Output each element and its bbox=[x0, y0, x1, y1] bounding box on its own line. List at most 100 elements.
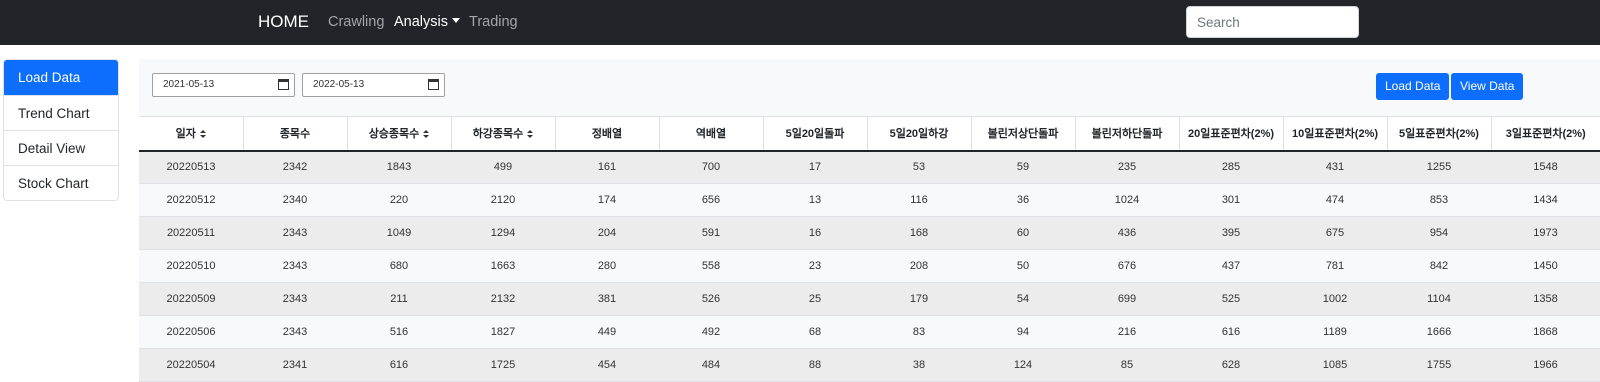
table-cell: 2343 bbox=[243, 249, 347, 283]
nav-link-analysis-label: Analysis bbox=[394, 14, 448, 30]
calendar-icon[interactable] bbox=[278, 79, 289, 90]
table-cell: 454 bbox=[555, 348, 659, 382]
table-cell: 381 bbox=[555, 282, 659, 316]
table-cell: 211 bbox=[347, 282, 451, 316]
column-header-aligned: 정배열 bbox=[555, 116, 660, 152]
column-header-rising[interactable]: 상승종목수 bbox=[347, 116, 452, 152]
table-cell: 1189 bbox=[1283, 315, 1387, 349]
table-cell: 20220509 bbox=[139, 282, 243, 316]
table-cell: 499 bbox=[451, 150, 555, 184]
table-row[interactable]: 20220511 2343 1049 1294 204 591 16 168 60 436 395 6… bbox=[139, 216, 1600, 250]
sidebar-item-detail-view[interactable]: Detail View bbox=[4, 130, 118, 165]
table-cell: 2340 bbox=[243, 183, 347, 217]
table-cell: 558 bbox=[659, 249, 763, 283]
table-cell: 484 bbox=[659, 348, 763, 382]
table-row[interactable]: 20220504 2341 616 1725 454 484 88 38 124 85 628 108… bbox=[139, 348, 1600, 382]
brand-home-link[interactable]: HOME bbox=[258, 12, 309, 32]
table-cell: 208 bbox=[867, 249, 971, 283]
table-row[interactable]: 20220510 2343 680 1663 280 558 23 208 50 676 437 78… bbox=[139, 249, 1600, 283]
table-cell: 20220504 bbox=[139, 348, 243, 382]
table-cell: 235 bbox=[1075, 150, 1179, 184]
table-cell: 2120 bbox=[451, 183, 555, 217]
table-cell: 1663 bbox=[451, 249, 555, 283]
main-panel: 2021-05-13 2022-05-13 Load Data View Dat… bbox=[139, 59, 1600, 382]
table-cell: 50 bbox=[971, 249, 1075, 283]
table-cell: 591 bbox=[659, 216, 763, 250]
table-body: 20220513 2342 1843 499 161 700 17 53 59 235 285 431… bbox=[139, 150, 1600, 382]
calendar-icon[interactable] bbox=[428, 79, 439, 90]
table-cell: 85 bbox=[1075, 348, 1179, 382]
search-input[interactable] bbox=[1186, 6, 1359, 38]
sidebar-item-load-data[interactable]: Load Data bbox=[4, 60, 118, 95]
column-header-std-10: 10일표준편차(2%) bbox=[1283, 116, 1388, 152]
sidebar-item-trend-chart[interactable]: Trend Chart bbox=[4, 95, 118, 130]
table-cell: 36 bbox=[971, 183, 1075, 217]
table-cell: 68 bbox=[763, 315, 867, 349]
table-cell: 1827 bbox=[451, 315, 555, 349]
table-cell: 17 bbox=[763, 150, 867, 184]
start-date-value: 2021-05-13 bbox=[163, 79, 215, 90]
column-header-total: 종목수 bbox=[243, 116, 348, 152]
column-header-falling[interactable]: 하강종목수 bbox=[451, 116, 556, 152]
table-cell: 1666 bbox=[1387, 315, 1491, 349]
column-header-date[interactable]: 일자 bbox=[139, 116, 244, 152]
table-cell: 54 bbox=[971, 282, 1075, 316]
chevron-down-icon bbox=[452, 18, 460, 23]
table-cell: 628 bbox=[1179, 348, 1283, 382]
column-header-label: 상승종목수 bbox=[368, 128, 420, 141]
sort-icon bbox=[527, 130, 534, 139]
table-cell: 699 bbox=[1075, 282, 1179, 316]
table-cell: 20220513 bbox=[139, 150, 243, 184]
table-cell: 216 bbox=[1075, 315, 1179, 349]
table-cell: 1548 bbox=[1491, 150, 1600, 184]
table-cell: 395 bbox=[1179, 216, 1283, 250]
table-cell: 38 bbox=[867, 348, 971, 382]
table-row[interactable]: 20220509 2343 211 2132 381 526 25 179 54 699 525 10… bbox=[139, 282, 1600, 316]
table-cell: 94 bbox=[971, 315, 1075, 349]
table-cell: 431 bbox=[1283, 150, 1387, 184]
table-cell: 616 bbox=[347, 348, 451, 382]
nav-link-crawling[interactable]: Crawling bbox=[328, 14, 384, 30]
table-cell: 842 bbox=[1387, 249, 1491, 283]
table-cell: 220 bbox=[347, 183, 451, 217]
load-data-button[interactable]: Load Data bbox=[1376, 73, 1450, 100]
table-cell: 1843 bbox=[347, 150, 451, 184]
table-cell: 1255 bbox=[1387, 150, 1491, 184]
column-header-std-3: 3일표준편차(2%) bbox=[1491, 116, 1600, 152]
table-cell: 280 bbox=[555, 249, 659, 283]
table-cell: 20220512 bbox=[139, 183, 243, 217]
table-cell: 83 bbox=[867, 315, 971, 349]
nav-link-trading[interactable]: Trading bbox=[469, 14, 518, 30]
table-cell: 853 bbox=[1387, 183, 1491, 217]
table-row[interactable]: 20220506 2343 516 1827 449 492 68 83 94 216 616 118… bbox=[139, 315, 1600, 349]
table-cell: 437 bbox=[1179, 249, 1283, 283]
table-cell: 59 bbox=[971, 150, 1075, 184]
table-cell: 492 bbox=[659, 315, 763, 349]
stock-stats-table: 일자 종목수 상승종목수 하강종목수 정배열 역배열 5일20일돌파 5일20일… bbox=[139, 116, 1600, 382]
view-data-button[interactable]: View Data bbox=[1451, 73, 1524, 100]
table-cell: 2342 bbox=[243, 150, 347, 184]
table-row[interactable]: 20220513 2342 1843 499 161 700 17 53 59 235 285 431… bbox=[139, 150, 1600, 184]
table-cell: 781 bbox=[1283, 249, 1387, 283]
table-row[interactable]: 20220512 2340 220 2120 174 656 13 116 36 1024 301 4… bbox=[139, 183, 1600, 217]
start-date-input[interactable]: 2021-05-13 bbox=[152, 73, 295, 97]
table-cell: 174 bbox=[555, 183, 659, 217]
table-cell: 124 bbox=[971, 348, 1075, 382]
nav-link-analysis[interactable]: Analysis bbox=[394, 14, 460, 30]
column-header-ma-cross-up: 5일20일돌파 bbox=[763, 116, 868, 152]
column-header-reverse-aligned: 역배열 bbox=[659, 116, 764, 152]
table-cell: 1002 bbox=[1283, 282, 1387, 316]
column-header-bollinger-upper: 볼린저상단돌파 bbox=[971, 116, 1076, 152]
end-date-input[interactable]: 2022-05-13 bbox=[302, 73, 445, 97]
table-cell: 301 bbox=[1179, 183, 1283, 217]
sidebar-item-stock-chart[interactable]: Stock Chart bbox=[4, 165, 118, 200]
table-cell: 526 bbox=[659, 282, 763, 316]
table-cell: 1294 bbox=[451, 216, 555, 250]
table-cell: 16 bbox=[763, 216, 867, 250]
sort-icon bbox=[423, 130, 430, 139]
table-cell: 1024 bbox=[1075, 183, 1179, 217]
table-cell: 179 bbox=[867, 282, 971, 316]
table-cell: 676 bbox=[1075, 249, 1179, 283]
table-cell: 168 bbox=[867, 216, 971, 250]
table-cell: 1973 bbox=[1491, 216, 1600, 250]
